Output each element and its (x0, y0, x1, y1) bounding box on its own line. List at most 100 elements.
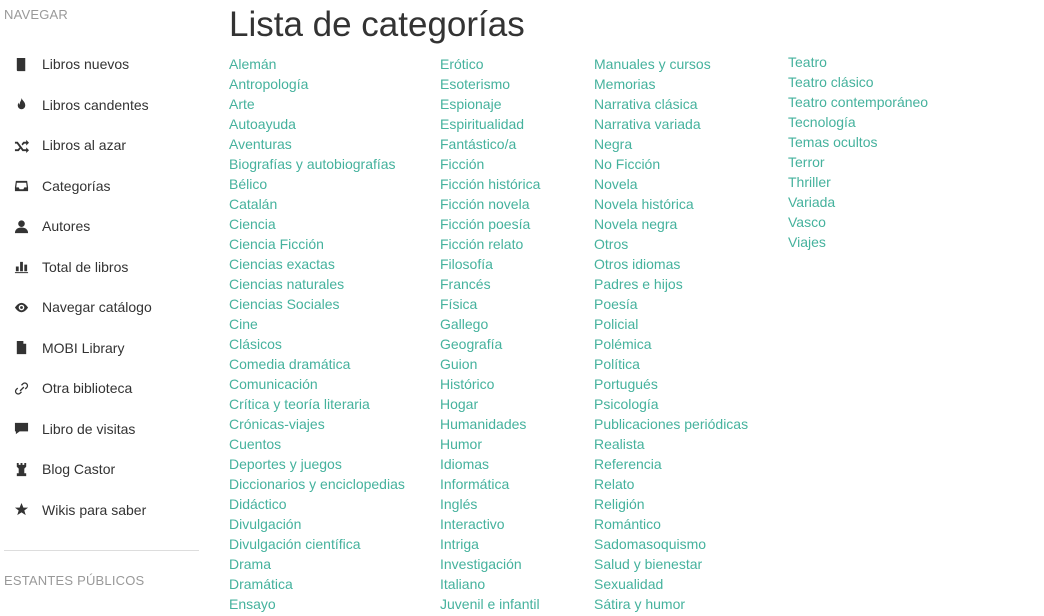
category-link[interactable]: No Ficción (594, 156, 748, 176)
category-link[interactable]: Ficción poesía (440, 216, 540, 236)
sidebar-item-mobi-library[interactable]: MOBI Library (0, 328, 210, 369)
category-link[interactable]: Policial (594, 316, 748, 336)
category-link[interactable]: Humanidades (440, 416, 540, 436)
category-link[interactable]: Narrativa clásica (594, 96, 748, 116)
category-link[interactable]: Cine (229, 316, 405, 336)
category-link[interactable]: Deportes y juegos (229, 456, 405, 476)
category-link[interactable]: Antropología (229, 76, 405, 96)
category-link[interactable]: Otros (594, 236, 748, 256)
category-link[interactable]: Religión (594, 496, 748, 516)
category-link[interactable]: Fantástico/a (440, 136, 540, 156)
category-link[interactable]: Narrativa variada (594, 116, 748, 136)
category-link[interactable]: Didáctico (229, 496, 405, 516)
category-link[interactable]: Gallego (440, 316, 540, 336)
category-link[interactable]: Erótico (440, 56, 540, 76)
category-link[interactable]: Ciencias Sociales (229, 296, 405, 316)
category-link[interactable]: Idiomas (440, 456, 540, 476)
category-link[interactable]: Negra (594, 136, 748, 156)
category-link[interactable]: Ciencia Ficción (229, 236, 405, 256)
category-link[interactable]: Guion (440, 356, 540, 376)
category-link[interactable]: Catalán (229, 196, 405, 216)
category-link[interactable]: Ficción histórica (440, 176, 540, 196)
category-link[interactable]: Vasco (788, 214, 928, 234)
category-link[interactable]: Filosofía (440, 256, 540, 276)
category-link[interactable]: Geografía (440, 336, 540, 356)
category-link[interactable]: Poesía (594, 296, 748, 316)
category-link[interactable]: Drama (229, 556, 405, 576)
category-link[interactable]: Portugués (594, 376, 748, 396)
category-link[interactable]: Teatro clásico (788, 74, 928, 94)
sidebar-item-libro-de-visitas[interactable]: Libro de visitas (0, 409, 210, 450)
category-link[interactable]: Francés (440, 276, 540, 296)
category-link[interactable]: Sátira y humor (594, 596, 748, 616)
category-link[interactable]: Comunicación (229, 376, 405, 396)
category-link[interactable]: Cuentos (229, 436, 405, 456)
category-link[interactable]: Humor (440, 436, 540, 456)
category-link[interactable]: Aventuras (229, 136, 405, 156)
sidebar-item-wikis-para-saber[interactable]: Wikis para saber (0, 490, 210, 531)
sidebar-item-libros-al-azar[interactable]: Libros al azar (0, 125, 210, 166)
sidebar-item-blog-castor[interactable]: Blog Castor (0, 449, 210, 490)
category-link[interactable]: Hogar (440, 396, 540, 416)
category-link[interactable]: Realista (594, 436, 748, 456)
category-link[interactable]: Dramática (229, 576, 405, 596)
category-link[interactable]: Investigación (440, 556, 540, 576)
sidebar-item-total-de-libros[interactable]: Total de libros (0, 247, 210, 288)
category-link[interactable]: Esoterismo (440, 76, 540, 96)
category-link[interactable]: Ciencias exactas (229, 256, 405, 276)
category-link[interactable]: Comedia dramática (229, 356, 405, 376)
category-link[interactable]: Salud y bienestar (594, 556, 748, 576)
category-link[interactable]: Referencia (594, 456, 748, 476)
category-link[interactable]: Ficción novela (440, 196, 540, 216)
category-link[interactable]: Ficción (440, 156, 540, 176)
category-link[interactable]: Padres e hijos (594, 276, 748, 296)
category-link[interactable]: Autoayuda (229, 116, 405, 136)
sidebar-item-libros-candentes[interactable]: Libros candentes (0, 85, 210, 126)
category-link[interactable]: Relato (594, 476, 748, 496)
category-link[interactable]: Crítica y teoría literaria (229, 396, 405, 416)
category-link[interactable]: Romántico (594, 516, 748, 536)
category-link[interactable]: Ensayo (229, 596, 405, 616)
category-link[interactable]: Thriller (788, 174, 928, 194)
category-link[interactable]: Sadomasoquismo (594, 536, 748, 556)
category-link[interactable]: Crónicas-viajes (229, 416, 405, 436)
category-link[interactable]: Viajes (788, 234, 928, 254)
category-link[interactable]: Ciencias naturales (229, 276, 405, 296)
category-link[interactable]: Física (440, 296, 540, 316)
category-link[interactable]: Interactivo (440, 516, 540, 536)
category-link[interactable]: Política (594, 356, 748, 376)
category-link[interactable]: Histórico (440, 376, 540, 396)
category-link[interactable]: Informática (440, 476, 540, 496)
category-link[interactable]: Psicología (594, 396, 748, 416)
sidebar-item-autores[interactable]: Autores (0, 206, 210, 247)
category-link[interactable]: Juvenil e infantil (440, 596, 540, 616)
sidebar-item-navegar-catalogo[interactable]: Navegar catálogo (0, 287, 210, 328)
category-link[interactable]: Alemán (229, 56, 405, 76)
category-link[interactable]: Variada (788, 194, 928, 214)
category-link[interactable]: Diccionarios y enciclopedias (229, 476, 405, 496)
category-link[interactable]: Intriga (440, 536, 540, 556)
category-link[interactable]: Teatro contemporáneo (788, 94, 928, 114)
sidebar-item-categorias[interactable]: Categorías (0, 166, 210, 207)
category-link[interactable]: Espiritualidad (440, 116, 540, 136)
category-link[interactable]: Memorias (594, 76, 748, 96)
category-link[interactable]: Novela histórica (594, 196, 748, 216)
category-link[interactable]: Sexualidad (594, 576, 748, 596)
category-link[interactable]: Divulgación científica (229, 536, 405, 556)
category-link[interactable]: Espionaje (440, 96, 540, 116)
category-link[interactable]: Divulgación (229, 516, 405, 536)
category-link[interactable]: Clásicos (229, 336, 405, 356)
category-link[interactable]: Terror (788, 154, 928, 174)
category-link[interactable]: Ficción relato (440, 236, 540, 256)
category-link[interactable]: Polémica (594, 336, 748, 356)
category-link[interactable]: Publicaciones periódicas (594, 416, 748, 436)
category-link[interactable]: Tecnología (788, 114, 928, 134)
category-link[interactable]: Temas ocultos (788, 134, 928, 154)
category-link[interactable]: Italiano (440, 576, 540, 596)
category-link[interactable]: Novela (594, 176, 748, 196)
category-link[interactable]: Biografías y autobiografías (229, 156, 405, 176)
category-link[interactable]: Arte (229, 96, 405, 116)
category-link[interactable]: Otros idiomas (594, 256, 748, 276)
category-link[interactable]: Novela negra (594, 216, 748, 236)
category-link[interactable]: Bélico (229, 176, 405, 196)
